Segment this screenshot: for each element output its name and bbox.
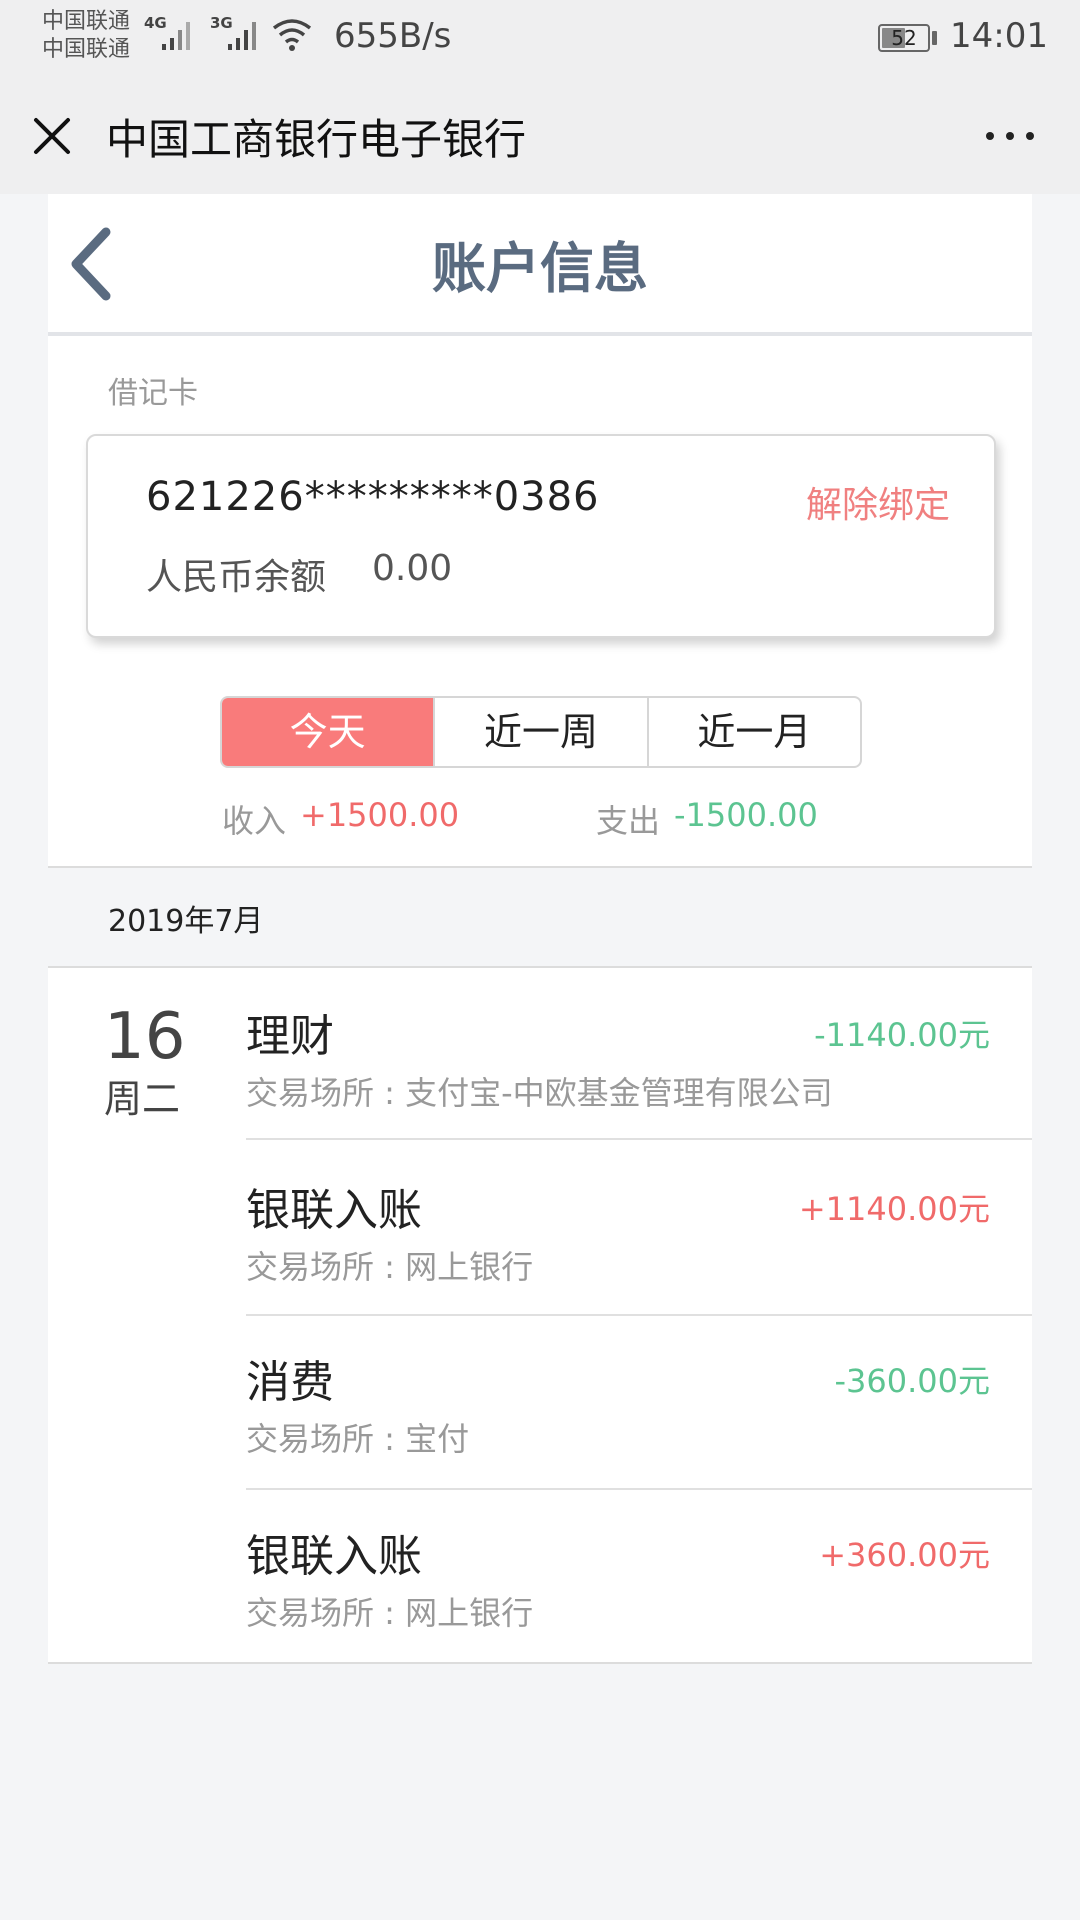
day-number: 16 [104, 1000, 186, 1074]
transaction-title: 理财 [246, 1011, 334, 1062]
income-value: +1500.00 [300, 796, 460, 834]
signal-icon [162, 22, 190, 50]
carrier-labels: 中国联通 中国联通 [42, 8, 130, 64]
transaction-place: 交易场所 : 支付宝-中欧基金管理有限公司 [246, 1074, 833, 1112]
net-speed: 655B/s [334, 16, 452, 56]
month-header: 2019年7月 [108, 904, 264, 939]
tab-today[interactable]: 今天 [222, 698, 434, 766]
app-title: 中国工商银行电子银行 [106, 115, 527, 164]
close-icon[interactable] [28, 112, 76, 160]
signal-icon-2 [228, 22, 256, 50]
card-type-label: 借记卡 [108, 376, 198, 411]
tab-week[interactable]: 近一周 [433, 698, 646, 766]
transaction-place: 交易场所 : 网上银行 [246, 1248, 534, 1286]
battery-tip [932, 31, 937, 45]
expense-value: -1500.00 [674, 796, 818, 834]
divider [48, 866, 1032, 868]
transaction-title: 银联入账 [246, 1185, 422, 1236]
transaction-amount: +360.00元 [819, 1536, 990, 1574]
tab-month[interactable]: 近一月 [646, 698, 860, 766]
card-number: 621226*********0386 [146, 474, 600, 520]
more-icon[interactable] [980, 118, 1040, 154]
transaction-amount: +1140.00元 [798, 1190, 990, 1228]
more-dot [1026, 132, 1034, 140]
weekday: 周二 [104, 1077, 181, 1121]
more-dot [986, 132, 994, 140]
transaction-title: 银联入账 [246, 1531, 422, 1582]
unbind-button[interactable]: 解除绑定 [806, 476, 950, 528]
nav-divider [48, 332, 1032, 336]
carrier-1: 中国联通 [42, 9, 131, 34]
battery-level: 52 [891, 26, 917, 50]
transaction-amount: -360.00元 [834, 1362, 990, 1400]
transaction-title: 消费 [246, 1357, 334, 1408]
row-divider [246, 1314, 1032, 1316]
carrier-2: 中国联通 [42, 37, 131, 62]
wifi-icon [272, 19, 312, 51]
income-label: 收入 [222, 802, 287, 840]
balance-label: 人民币余额 [146, 557, 327, 598]
expense-label: 支出 [596, 802, 661, 840]
more-dot [1006, 132, 1014, 140]
debit-card[interactable] [86, 434, 996, 638]
row-divider [246, 1138, 1032, 1140]
transaction-place: 交易场所 : 宝付 [246, 1420, 470, 1458]
clock: 14:01 [950, 16, 1048, 56]
divider [48, 1662, 1032, 1664]
battery-icon: 52 [878, 24, 930, 52]
period-selector: 今天 近一周 近一月 [220, 696, 862, 768]
row-divider [246, 1488, 1032, 1490]
transaction-place: 交易场所 : 网上银行 [246, 1594, 534, 1632]
balance-value: 0.00 [372, 548, 453, 589]
page-title: 账户信息 [432, 237, 648, 300]
transaction-amount: -1140.00元 [814, 1016, 990, 1054]
